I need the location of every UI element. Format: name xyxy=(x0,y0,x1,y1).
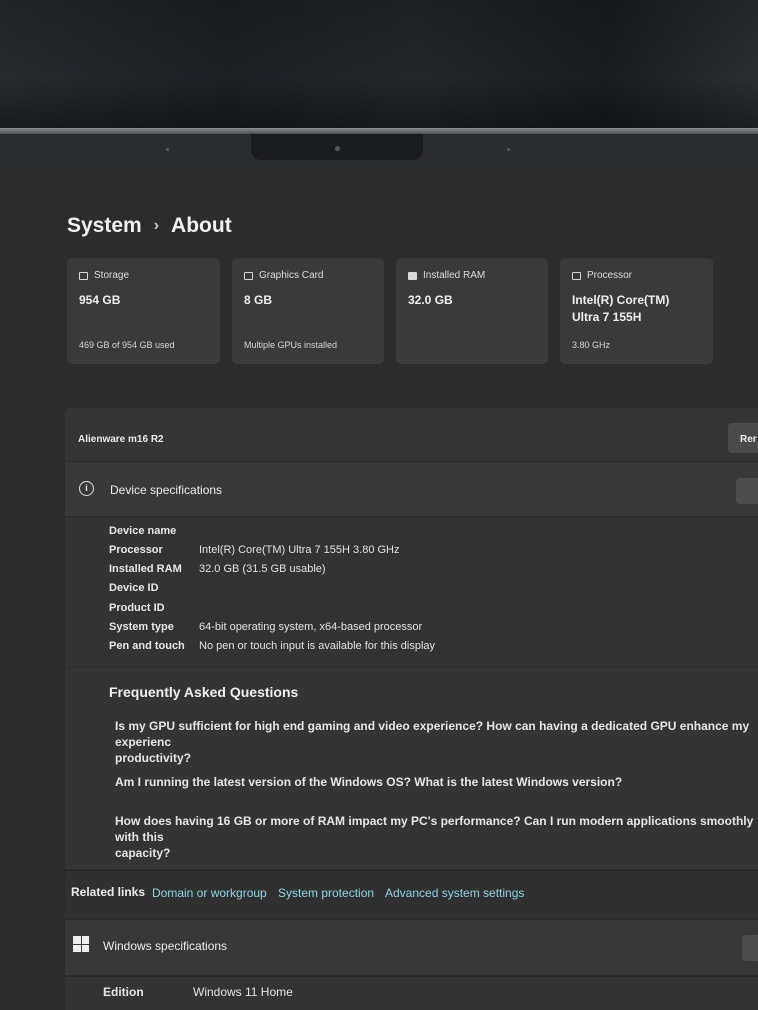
section-title: Device specifications xyxy=(110,483,223,497)
link-domain-or-workgroup[interactable]: Domain or workgroup xyxy=(152,886,267,900)
faq-question[interactable]: How does having 16 GB or more of RAM imp… xyxy=(115,813,758,861)
spec-value: Windows 11 Home xyxy=(193,985,293,999)
spec-label: Installed RAM xyxy=(109,563,182,575)
chevron-right-icon: › xyxy=(153,217,160,234)
device-name-bar: Alienware m16 R2 Rer xyxy=(65,408,758,461)
link-system-protection[interactable]: System protection xyxy=(278,886,374,900)
faq-question[interactable]: Am I running the latest version of the W… xyxy=(115,774,758,790)
card-title: Graphics Card xyxy=(259,270,324,281)
faq-section: Frequently Asked Questions Is my GPU suf… xyxy=(65,668,758,869)
ram-icon xyxy=(408,271,417,280)
card-value: 954 GB xyxy=(79,293,121,307)
section-title: Windows specifications xyxy=(103,939,228,953)
processor-card[interactable]: Processor Intel(R) Core(TM) Ultra 7 155H… xyxy=(560,258,713,364)
card-subtitle: 3.80 GHz xyxy=(572,340,611,350)
spec-label: Product ID xyxy=(109,602,165,614)
background-room xyxy=(0,0,758,132)
spec-value: No pen or touch input is available for t… xyxy=(199,640,436,652)
copy-button[interactable] xyxy=(736,478,758,504)
sensor-dot xyxy=(166,148,169,151)
related-links-label: Related links xyxy=(71,885,146,899)
device-specifications-list: Device name Processor Intel(R) Core(TM) … xyxy=(65,517,758,667)
graphics-card-card[interactable]: Graphics Card 8 GB Multiple GPUs install… xyxy=(232,258,384,364)
copy-button[interactable] xyxy=(742,935,758,961)
faq-question[interactable]: Is my GPU sufficient for high end gaming… xyxy=(115,718,758,766)
breadcrumb-system[interactable]: System xyxy=(67,214,142,238)
page-title: About xyxy=(171,214,232,237)
spec-label: Pen and touch xyxy=(109,640,185,652)
spec-label: Edition xyxy=(103,985,144,999)
spec-value: Intel(R) Core(TM) Ultra 7 155H 3.80 GHz xyxy=(199,544,400,556)
spec-label: Device ID xyxy=(109,582,159,594)
device-name: Alienware m16 R2 xyxy=(78,434,164,445)
card-title: Installed RAM xyxy=(423,270,486,281)
spec-label: Device name xyxy=(109,525,177,537)
rename-button[interactable]: Rer xyxy=(728,423,758,453)
windows-logo-icon xyxy=(73,936,89,952)
card-subtitle: Multiple GPUs installed xyxy=(244,340,338,350)
card-value: Intel(R) Core(TM) Ultra 7 155H xyxy=(572,293,670,324)
spec-value: 32.0 GB (31.5 GB usable) xyxy=(199,563,326,575)
storage-icon xyxy=(79,271,88,280)
webcam-icon xyxy=(335,146,340,151)
spec-label: Processor xyxy=(109,544,163,556)
windows-specifications-list: Edition Windows 11 Home xyxy=(65,976,758,1010)
graphics-card-icon xyxy=(244,271,253,280)
windows-specifications-header[interactable]: Windows specifications xyxy=(65,920,758,975)
card-title: Processor xyxy=(587,270,633,281)
card-title: Storage xyxy=(94,270,130,281)
device-specifications-header[interactable]: i Device specifications xyxy=(65,462,758,516)
info-icon: i xyxy=(79,481,94,496)
related-links-bar: Related links Domain or workgroup System… xyxy=(65,870,758,918)
link-advanced-system-settings[interactable]: Advanced system settings xyxy=(385,886,524,900)
faq-title: Frequently Asked Questions xyxy=(109,684,299,700)
spec-label: System type xyxy=(109,621,174,633)
breadcrumb: System › About xyxy=(67,214,232,238)
processor-icon xyxy=(572,271,581,280)
spec-value: 64-bit operating system, x64-based proce… xyxy=(199,621,423,633)
installed-ram-card[interactable]: Installed RAM 32.0 GB xyxy=(396,258,548,364)
sensor-dot xyxy=(507,148,510,151)
card-subtitle: 469 GB of 954 GB used xyxy=(79,340,175,350)
card-value: 32.0 GB xyxy=(408,293,453,307)
card-value: 8 GB xyxy=(244,293,273,307)
storage-card[interactable]: Storage 954 GB 469 GB of 954 GB used xyxy=(67,258,220,364)
